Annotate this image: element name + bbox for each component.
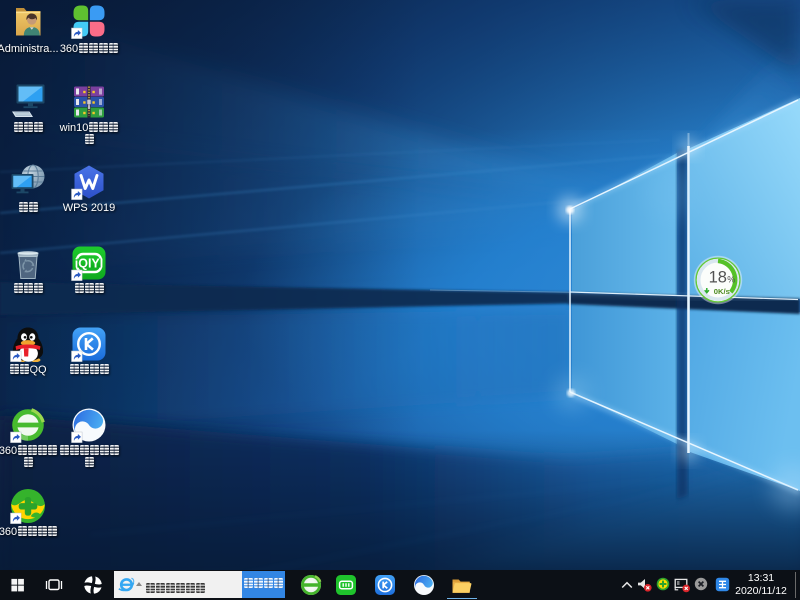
svg-text:iQIYI: iQIYI [75, 256, 103, 270]
svg-text:%: % [727, 275, 735, 285]
svg-text:18: 18 [709, 269, 727, 287]
svg-text:0K/s: 0K/s [714, 287, 730, 296]
